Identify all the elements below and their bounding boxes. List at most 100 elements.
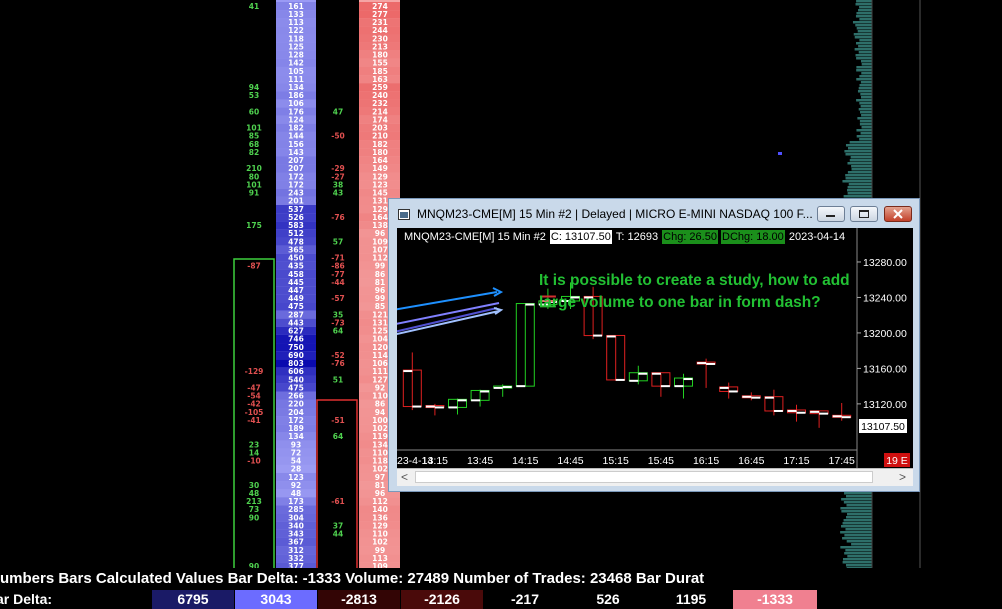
mid-delta-value: -61 — [331, 497, 345, 506]
depth-bar — [849, 141, 872, 144]
depth-bar — [842, 522, 872, 525]
depth-bar — [846, 495, 872, 498]
depth-bar — [854, 48, 872, 51]
depth-bar — [860, 60, 872, 63]
mid-delta-value: -50 — [331, 132, 345, 141]
mid-delta-value: 44 — [333, 530, 343, 539]
depth-bar — [847, 555, 872, 558]
depth-bar — [852, 21, 872, 24]
y-tick-label: 13120.00 — [863, 399, 907, 411]
x-tick-label: 16:15 — [693, 455, 719, 467]
depth-bar — [856, 78, 872, 81]
depth-bar — [859, 84, 872, 87]
depth-bar — [855, 15, 872, 18]
y-tick-label: 13280.00 — [863, 257, 907, 269]
maximize-button[interactable] — [850, 206, 878, 222]
depth-bar — [859, 39, 872, 42]
depth-bar — [841, 498, 872, 501]
depth-bar — [842, 180, 872, 183]
mid-delta-value: -76 — [331, 359, 345, 368]
depth-bar — [861, 114, 872, 117]
candlestick-chart[interactable]: 13280.00 13240.00 13200.00 13160.00 13120.00… — [397, 228, 913, 468]
bar-delta-cell: -2126 — [400, 590, 483, 609]
question-annotation: It is possible to create a study, how to… — [539, 272, 850, 311]
depth-bar — [841, 525, 872, 528]
header-daily-change: DChg: 18.00 — [721, 230, 785, 244]
depth-bar — [858, 45, 872, 48]
depth-bar — [859, 120, 872, 123]
scroll-right-arrow[interactable]: > — [899, 470, 906, 484]
depth-bar — [840, 507, 872, 510]
header-change: Chg: 26.50 — [662, 230, 718, 244]
close-icon — [893, 209, 903, 219]
chart-area[interactable]: 13280.00 13240.00 13200.00 13160.00 13120.00… — [397, 228, 913, 486]
mid-delta-value: 47 — [333, 107, 343, 116]
minimize-button[interactable] — [817, 206, 845, 222]
depth-bar — [846, 504, 872, 507]
depth-bar — [845, 174, 872, 177]
bar-delta-cell: 526 — [566, 590, 649, 609]
left-delta-value: 41 — [249, 2, 259, 11]
depth-bar — [859, 138, 872, 141]
current-price-label: 13107.50 — [861, 421, 905, 433]
depth-bar — [857, 90, 872, 93]
depth-bar — [851, 165, 872, 168]
scroll-thumb[interactable] — [415, 471, 873, 483]
depth-bar — [847, 162, 872, 165]
depth-bar — [843, 501, 872, 504]
bar-delta-cell: 3043 — [234, 590, 317, 609]
depth-bar — [854, 36, 872, 39]
chart-window[interactable]: MNQM23-CME[M] 15 Min #2 | Delayed | MICR… — [388, 198, 920, 492]
left-delta-value: 91 — [249, 189, 259, 198]
mid-delta-value: 57 — [333, 237, 343, 246]
left-delta-value: -87 — [247, 262, 261, 271]
left-delta-value: 53 — [249, 91, 259, 100]
depth-bar — [861, 63, 872, 66]
x-tick-label: 15:45 — [648, 455, 674, 467]
left-delta-value: 175 — [246, 221, 262, 230]
horizontal-scrollbar[interactable]: < > — [397, 468, 913, 486]
window-titlebar[interactable]: MNQM23-CME[M] 15 Min #2 | Delayed | MICR… — [389, 199, 919, 229]
x-tick-label: 14:15 — [512, 455, 538, 467]
depth-bar — [856, 27, 872, 30]
depth-bar — [860, 111, 872, 114]
depth-bar — [858, 87, 872, 90]
depth-bar — [856, 42, 872, 45]
depth-bar — [848, 183, 872, 186]
depth-bar — [858, 9, 872, 12]
depth-bar — [856, 69, 872, 72]
x-tick-label: 13:15 — [422, 455, 448, 467]
depth-bar — [842, 537, 872, 540]
depth-bar — [856, 99, 872, 102]
mid-delta-value: -76 — [331, 213, 345, 222]
mid-delta-value: 43 — [333, 189, 343, 198]
header-symbol: MNQM23-CME[M] 15 Min #2 — [404, 231, 546, 243]
x-tick-label: 15:15 — [603, 455, 629, 467]
depth-bar — [846, 540, 872, 543]
close-button[interactable] — [884, 206, 912, 222]
restore-icon — [859, 210, 869, 218]
depth-bar — [859, 6, 872, 9]
depth-bar — [860, 132, 872, 135]
depth-bar — [845, 564, 872, 567]
left-delta-value: -129 — [245, 367, 264, 376]
left-delta-value: -10 — [247, 457, 261, 466]
minimize-icon — [826, 215, 835, 217]
depth-bar — [855, 3, 872, 6]
bar-delta-row: ar Delta: 6795 3043 -2813 -2126 -217 526 1195-… — [0, 590, 872, 609]
x-tick-label: 16:45 — [738, 455, 764, 467]
window-title: MNQM23-CME[M] 15 Min #2 | Delayed | MICR… — [417, 207, 813, 221]
header-trades: T: 12693 — [615, 231, 659, 243]
depth-bar — [856, 57, 872, 60]
depth-bar — [841, 510, 872, 513]
y-tick-label: 13160.00 — [863, 363, 907, 375]
depth-bar — [847, 513, 872, 516]
scroll-left-arrow[interactable]: < — [401, 470, 408, 484]
depth-bar — [857, 30, 872, 33]
depth-bar — [844, 552, 872, 555]
depth-bar — [845, 549, 872, 552]
depth-bar — [853, 33, 872, 36]
depth-bar — [856, 66, 872, 69]
chart-header: MNQM23-CME[M] 15 Min #2 C: 13107.50 T: 1… — [403, 230, 846, 244]
depth-bar — [860, 93, 872, 96]
